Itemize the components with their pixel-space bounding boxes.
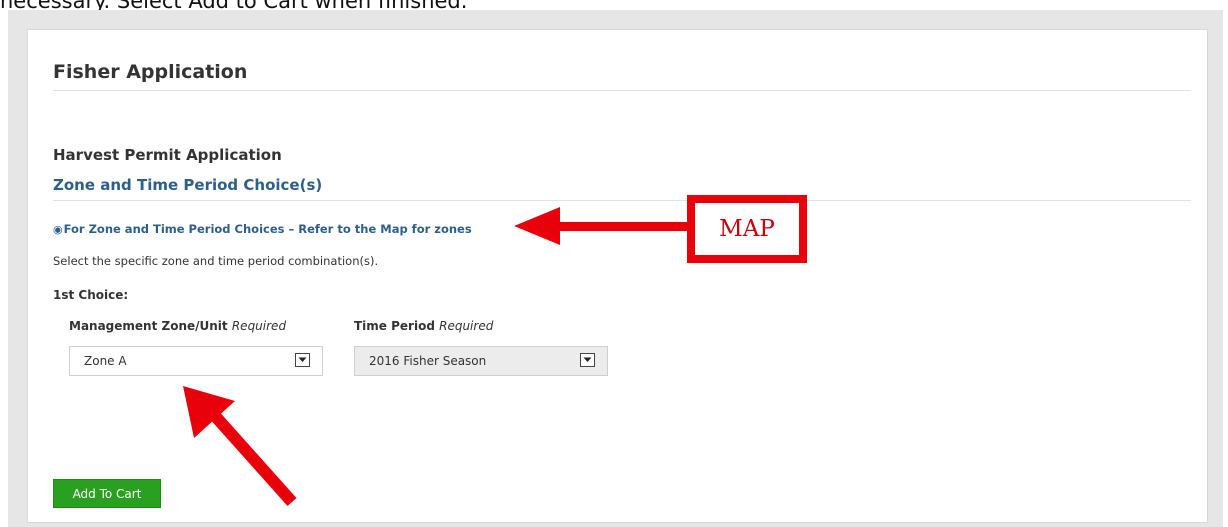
annotation-arrows [183,207,688,506]
arrow-to-zone-select [183,386,297,506]
arrow-to-map-link [514,207,688,245]
